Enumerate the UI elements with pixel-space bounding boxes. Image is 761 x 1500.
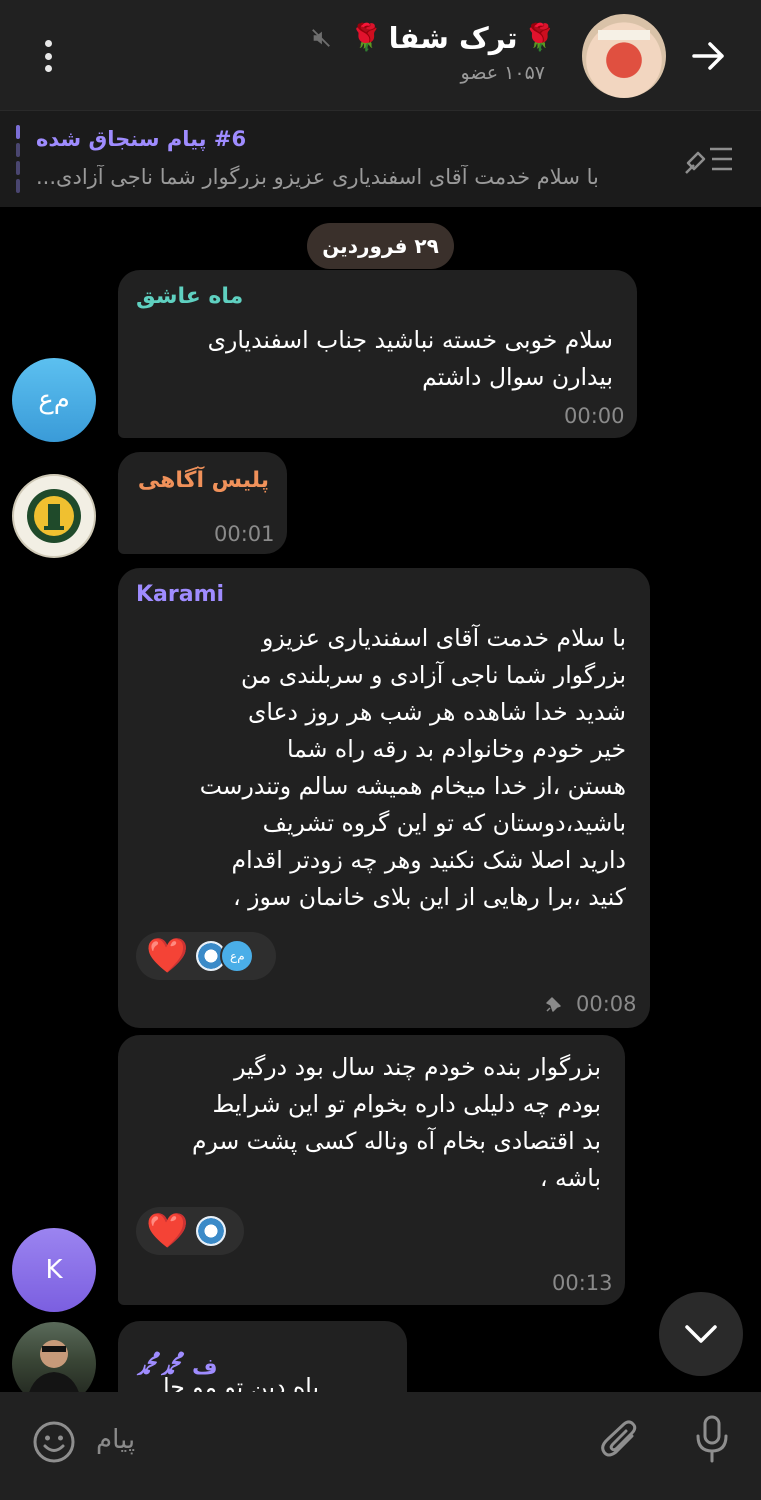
date-separator: ۲۹ فروردین (307, 223, 454, 269)
reaction-pill[interactable]: ❤️ (136, 1207, 244, 1255)
pinned-list-icon[interactable] (684, 141, 736, 177)
more-options-icon[interactable] (30, 34, 66, 78)
chevron-down-icon (685, 1325, 717, 1343)
avatar-initials: K (45, 1255, 63, 1285)
member-count: ۱۰۵۷ عضو (460, 62, 546, 84)
message-text: سلام خوبی خسته نباشید جناب اسفندیاری بید… (207, 326, 613, 391)
back-arrow-icon[interactable] (686, 34, 730, 78)
message-composer (0, 1392, 761, 1500)
heart-reaction-icon: ❤️ (146, 936, 189, 976)
muted-icon (312, 29, 331, 47)
message-time: 00:08 (576, 992, 637, 1016)
reactor-avatar: م‌ع (220, 939, 255, 973)
pinned-message-bar[interactable]: #6 پیام سنجاق شده با سلام خدمت آقای اسفن… (0, 110, 761, 207)
attach-icon[interactable] (598, 1416, 642, 1464)
message-bubble[interactable]: Karami با سلام خدمت آقای اسفندیاری عزیزو… (118, 568, 650, 1028)
emoji-icon[interactable] (32, 1420, 76, 1464)
sender-avatar[interactable]: م‌ع (12, 358, 96, 442)
message-text: باه دین تو مو حا (163, 1373, 319, 1392)
chat-header: 🌹 ترک شفا 🌹 ۱۰۵۷ عضو (0, 0, 761, 110)
rose-emoji-icon: 🌹 (523, 23, 556, 53)
chat-title-row[interactable]: 🌹 ترک شفا 🌹 (310, 18, 556, 58)
microphone-icon[interactable] (694, 1414, 730, 1464)
pinned-indicator (16, 125, 20, 195)
sender-name: Karami (136, 582, 225, 607)
group-avatar[interactable] (582, 14, 666, 98)
chat-title: ترک شفا (388, 21, 518, 55)
reactor-avatar (194, 1214, 229, 1248)
message-time: 00:13 (552, 1271, 613, 1295)
message-time: 00:00 (564, 404, 625, 428)
pinned-text: با سلام خدمت آقای اسفندیاری عزیزو بزرگوا… (36, 165, 599, 189)
message-bubble[interactable]: ف ﷴﷴ باه دین تو مو حا (118, 1321, 407, 1392)
heart-reaction-icon: ❤️ (146, 1211, 189, 1251)
pinned-title: #6 پیام سنجاق شده (36, 127, 247, 151)
reaction-pill[interactable]: ❤️ م‌ع (136, 932, 276, 980)
sender-name: پلیس آگاهی (137, 468, 269, 493)
message-bubble[interactable]: ماه عاشق سلام خوبی خسته نباشید جناب اسفن… (118, 270, 637, 438)
message-input[interactable] (96, 1414, 556, 1466)
message-text: بزرگوار بنده خودم چند سال بود درگیر بودم… (191, 1053, 601, 1192)
police-emblem-icon (27, 489, 81, 543)
message-bubble-clip: ف ﷴﷴ باه دین تو مو حا (118, 1321, 407, 1392)
sender-name: ماه عاشق (136, 284, 244, 309)
sender-avatar[interactable] (12, 474, 96, 558)
message-bubble[interactable]: بزرگوار بنده خودم چند سال بود درگیر بودم… (118, 1035, 625, 1305)
sender-avatar[interactable]: K (12, 1228, 96, 1312)
avatar-initials: م‌ع (38, 385, 70, 415)
rose-emoji-icon: 🌹 (350, 23, 383, 53)
pin-icon (546, 997, 561, 1012)
message-text: با سلام خدمت آقای اسفندیاری عزیزو بزرگوا… (199, 624, 626, 911)
message-time: 00:01 (214, 522, 275, 546)
message-bubble[interactable]: پلیس آگاهی 00:01 (118, 452, 287, 554)
scroll-down-button[interactable] (659, 1292, 743, 1376)
